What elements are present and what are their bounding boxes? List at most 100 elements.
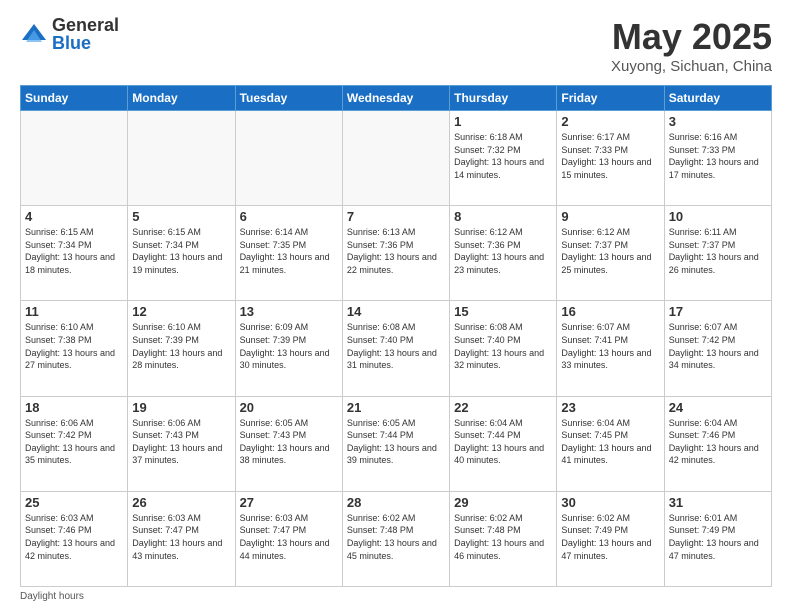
calendar-cell: 25Sunrise: 6:03 AM Sunset: 7:46 PM Dayli… bbox=[21, 491, 128, 586]
calendar-cell: 13 Sunrise: 6:09 AM Sunset: 7:39 PM Dayli… bbox=[235, 301, 342, 396]
day-number: 12 bbox=[132, 304, 230, 319]
day-number: 18 bbox=[25, 400, 123, 415]
day-number: 8 bbox=[454, 209, 552, 224]
calendar-week-4: 18Sunrise: 6:06 AM Sunset: 7:42 PM Dayli… bbox=[21, 396, 772, 491]
day-number: 14 bbox=[347, 304, 445, 319]
day-info: Sunrise: 6:10 AM Sunset: 7:39 PM Dayligh… bbox=[132, 321, 230, 371]
calendar: SundayMondayTuesdayWednesdayThursdayFrid… bbox=[20, 85, 772, 587]
logo-icon bbox=[20, 20, 48, 48]
calendar-cell: 4 Sunrise: 6:15 AM Sunset: 7:34 PM Daylig… bbox=[21, 206, 128, 301]
day-number: 9 bbox=[561, 209, 659, 224]
day-info: Sunrise: 6:17 AM Sunset: 7:33 PM Dayligh… bbox=[561, 131, 659, 181]
calendar-cell: 14 Sunrise: 6:08 AM Sunset: 7:40 PM Dayli… bbox=[342, 301, 449, 396]
calendar-header-wednesday: Wednesday bbox=[342, 86, 449, 111]
calendar-cell: 19 Sunrise: 6:06 AM Sunset: 7:43 PM Dayli… bbox=[128, 396, 235, 491]
day-number: 19 bbox=[132, 400, 230, 415]
day-info: Sunrise: 6:07 AM Sunset: 7:41 PM Dayligh… bbox=[561, 321, 659, 371]
logo-blue-text: Blue bbox=[52, 34, 119, 52]
calendar-cell: 27Sunrise: 6:03 AM Sunset: 7:47 PM Dayli… bbox=[235, 491, 342, 586]
day-number: 28 bbox=[347, 495, 445, 510]
title-area: May 2025 Xuyong, Sichuan, China bbox=[611, 16, 772, 75]
day-number: 4 bbox=[25, 209, 123, 224]
day-number: 21 bbox=[347, 400, 445, 415]
calendar-cell: 22Sunrise: 6:04 AM Sunset: 7:44 PM Dayli… bbox=[450, 396, 557, 491]
day-number: 16 bbox=[561, 304, 659, 319]
day-number: 23 bbox=[561, 400, 659, 415]
calendar-header-monday: Monday bbox=[128, 86, 235, 111]
day-info: Sunrise: 6:05 AM Sunset: 7:44 PM Dayligh… bbox=[347, 417, 445, 467]
logo: General Blue bbox=[20, 16, 119, 52]
calendar-header-thursday: Thursday bbox=[450, 86, 557, 111]
day-number: 20 bbox=[240, 400, 338, 415]
calendar-cell bbox=[128, 111, 235, 206]
day-number: 10 bbox=[669, 209, 767, 224]
day-info: Sunrise: 6:08 AM Sunset: 7:40 PM Dayligh… bbox=[347, 321, 445, 371]
calendar-cell: 15 Sunrise: 6:08 AM Sunset: 7:40 PM Dayli… bbox=[450, 301, 557, 396]
calendar-cell: 5Sunrise: 6:15 AM Sunset: 7:34 PM Daylig… bbox=[128, 206, 235, 301]
day-info: Sunrise: 6:08 AM Sunset: 7:40 PM Dayligh… bbox=[454, 321, 552, 371]
calendar-cell: 24Sunrise: 6:04 AM Sunset: 7:46 PM Dayli… bbox=[664, 396, 771, 491]
day-info: Sunrise: 6:03 AM Sunset: 7:47 PM Dayligh… bbox=[132, 512, 230, 562]
page: General Blue May 2025 Xuyong, Sichuan, C… bbox=[0, 0, 792, 612]
day-info: Sunrise: 6:04 AM Sunset: 7:45 PM Dayligh… bbox=[561, 417, 659, 467]
day-info: Sunrise: 6:10 AM Sunset: 7:38 PM Dayligh… bbox=[25, 321, 123, 371]
calendar-cell: 17 Sunrise: 6:07 AM Sunset: 7:42 PM Dayli… bbox=[664, 301, 771, 396]
calendar-header-tuesday: Tuesday bbox=[235, 86, 342, 111]
calendar-cell bbox=[21, 111, 128, 206]
calendar-cell: 30Sunrise: 6:02 AM Sunset: 7:49 PM Dayli… bbox=[557, 491, 664, 586]
subtitle: Xuyong, Sichuan, China bbox=[611, 58, 772, 75]
footer-note: Daylight hours bbox=[20, 591, 772, 602]
day-info: Sunrise: 6:14 AM Sunset: 7:35 PM Dayligh… bbox=[240, 226, 338, 276]
calendar-cell: 21 Sunrise: 6:05 AM Sunset: 7:44 PM Dayli… bbox=[342, 396, 449, 491]
day-number: 2 bbox=[561, 114, 659, 129]
day-number: 7 bbox=[347, 209, 445, 224]
day-number: 26 bbox=[132, 495, 230, 510]
day-info: Sunrise: 6:04 AM Sunset: 7:44 PM Dayligh… bbox=[454, 417, 552, 467]
calendar-cell: 7 Sunrise: 6:13 AM Sunset: 7:36 PM Daylig… bbox=[342, 206, 449, 301]
calendar-header-saturday: Saturday bbox=[664, 86, 771, 111]
day-number: 25 bbox=[25, 495, 123, 510]
day-info: Sunrise: 6:06 AM Sunset: 7:43 PM Dayligh… bbox=[132, 417, 230, 467]
calendar-cell: 11 Sunrise: 6:10 AM Sunset: 7:38 PM Dayli… bbox=[21, 301, 128, 396]
day-info: Sunrise: 6:16 AM Sunset: 7:33 PM Dayligh… bbox=[669, 131, 767, 181]
day-info: Sunrise: 6:02 AM Sunset: 7:48 PM Dayligh… bbox=[454, 512, 552, 562]
day-info: Sunrise: 6:12 AM Sunset: 7:36 PM Dayligh… bbox=[454, 226, 552, 276]
calendar-cell: 28Sunrise: 6:02 AM Sunset: 7:48 PM Dayli… bbox=[342, 491, 449, 586]
calendar-cell: 16 Sunrise: 6:07 AM Sunset: 7:41 PM Dayli… bbox=[557, 301, 664, 396]
day-info: Sunrise: 6:05 AM Sunset: 7:43 PM Dayligh… bbox=[240, 417, 338, 467]
day-info: Sunrise: 6:12 AM Sunset: 7:37 PM Dayligh… bbox=[561, 226, 659, 276]
calendar-cell bbox=[235, 111, 342, 206]
calendar-cell: 29Sunrise: 6:02 AM Sunset: 7:48 PM Dayli… bbox=[450, 491, 557, 586]
calendar-cell: 12 Sunrise: 6:10 AM Sunset: 7:39 PM Dayli… bbox=[128, 301, 235, 396]
day-info: Sunrise: 6:02 AM Sunset: 7:49 PM Dayligh… bbox=[561, 512, 659, 562]
day-info: Sunrise: 6:11 AM Sunset: 7:37 PM Dayligh… bbox=[669, 226, 767, 276]
day-info: Sunrise: 6:09 AM Sunset: 7:39 PM Dayligh… bbox=[240, 321, 338, 371]
main-title: May 2025 bbox=[611, 16, 772, 58]
day-number: 11 bbox=[25, 304, 123, 319]
day-info: Sunrise: 6:04 AM Sunset: 7:46 PM Dayligh… bbox=[669, 417, 767, 467]
day-info: Sunrise: 6:07 AM Sunset: 7:42 PM Dayligh… bbox=[669, 321, 767, 371]
calendar-week-1: 1Sunrise: 6:18 AM Sunset: 7:32 PM Daylig… bbox=[21, 111, 772, 206]
calendar-header-sunday: Sunday bbox=[21, 86, 128, 111]
header: General Blue May 2025 Xuyong, Sichuan, C… bbox=[20, 16, 772, 75]
daylight-label: Daylight hours bbox=[20, 591, 84, 602]
calendar-cell: 2 Sunrise: 6:17 AM Sunset: 7:33 PM Daylig… bbox=[557, 111, 664, 206]
logo-general-text: General bbox=[52, 16, 119, 34]
day-info: Sunrise: 6:13 AM Sunset: 7:36 PM Dayligh… bbox=[347, 226, 445, 276]
calendar-cell: 1Sunrise: 6:18 AM Sunset: 7:32 PM Daylig… bbox=[450, 111, 557, 206]
calendar-header-row: SundayMondayTuesdayWednesdayThursdayFrid… bbox=[21, 86, 772, 111]
calendar-cell: 8 Sunrise: 6:12 AM Sunset: 7:36 PM Daylig… bbox=[450, 206, 557, 301]
day-info: Sunrise: 6:15 AM Sunset: 7:34 PM Dayligh… bbox=[25, 226, 123, 276]
day-number: 13 bbox=[240, 304, 338, 319]
calendar-cell: 26 Sunrise: 6:03 AM Sunset: 7:47 PM Dayli… bbox=[128, 491, 235, 586]
day-number: 6 bbox=[240, 209, 338, 224]
day-number: 27 bbox=[240, 495, 338, 510]
day-number: 31 bbox=[669, 495, 767, 510]
calendar-cell: 31Sunrise: 6:01 AM Sunset: 7:49 PM Dayli… bbox=[664, 491, 771, 586]
day-number: 15 bbox=[454, 304, 552, 319]
calendar-cell: 6 Sunrise: 6:14 AM Sunset: 7:35 PM Daylig… bbox=[235, 206, 342, 301]
day-number: 17 bbox=[669, 304, 767, 319]
logo-text: General Blue bbox=[52, 16, 119, 52]
calendar-cell: 18Sunrise: 6:06 AM Sunset: 7:42 PM Dayli… bbox=[21, 396, 128, 491]
calendar-cell: 3Sunrise: 6:16 AM Sunset: 7:33 PM Daylig… bbox=[664, 111, 771, 206]
